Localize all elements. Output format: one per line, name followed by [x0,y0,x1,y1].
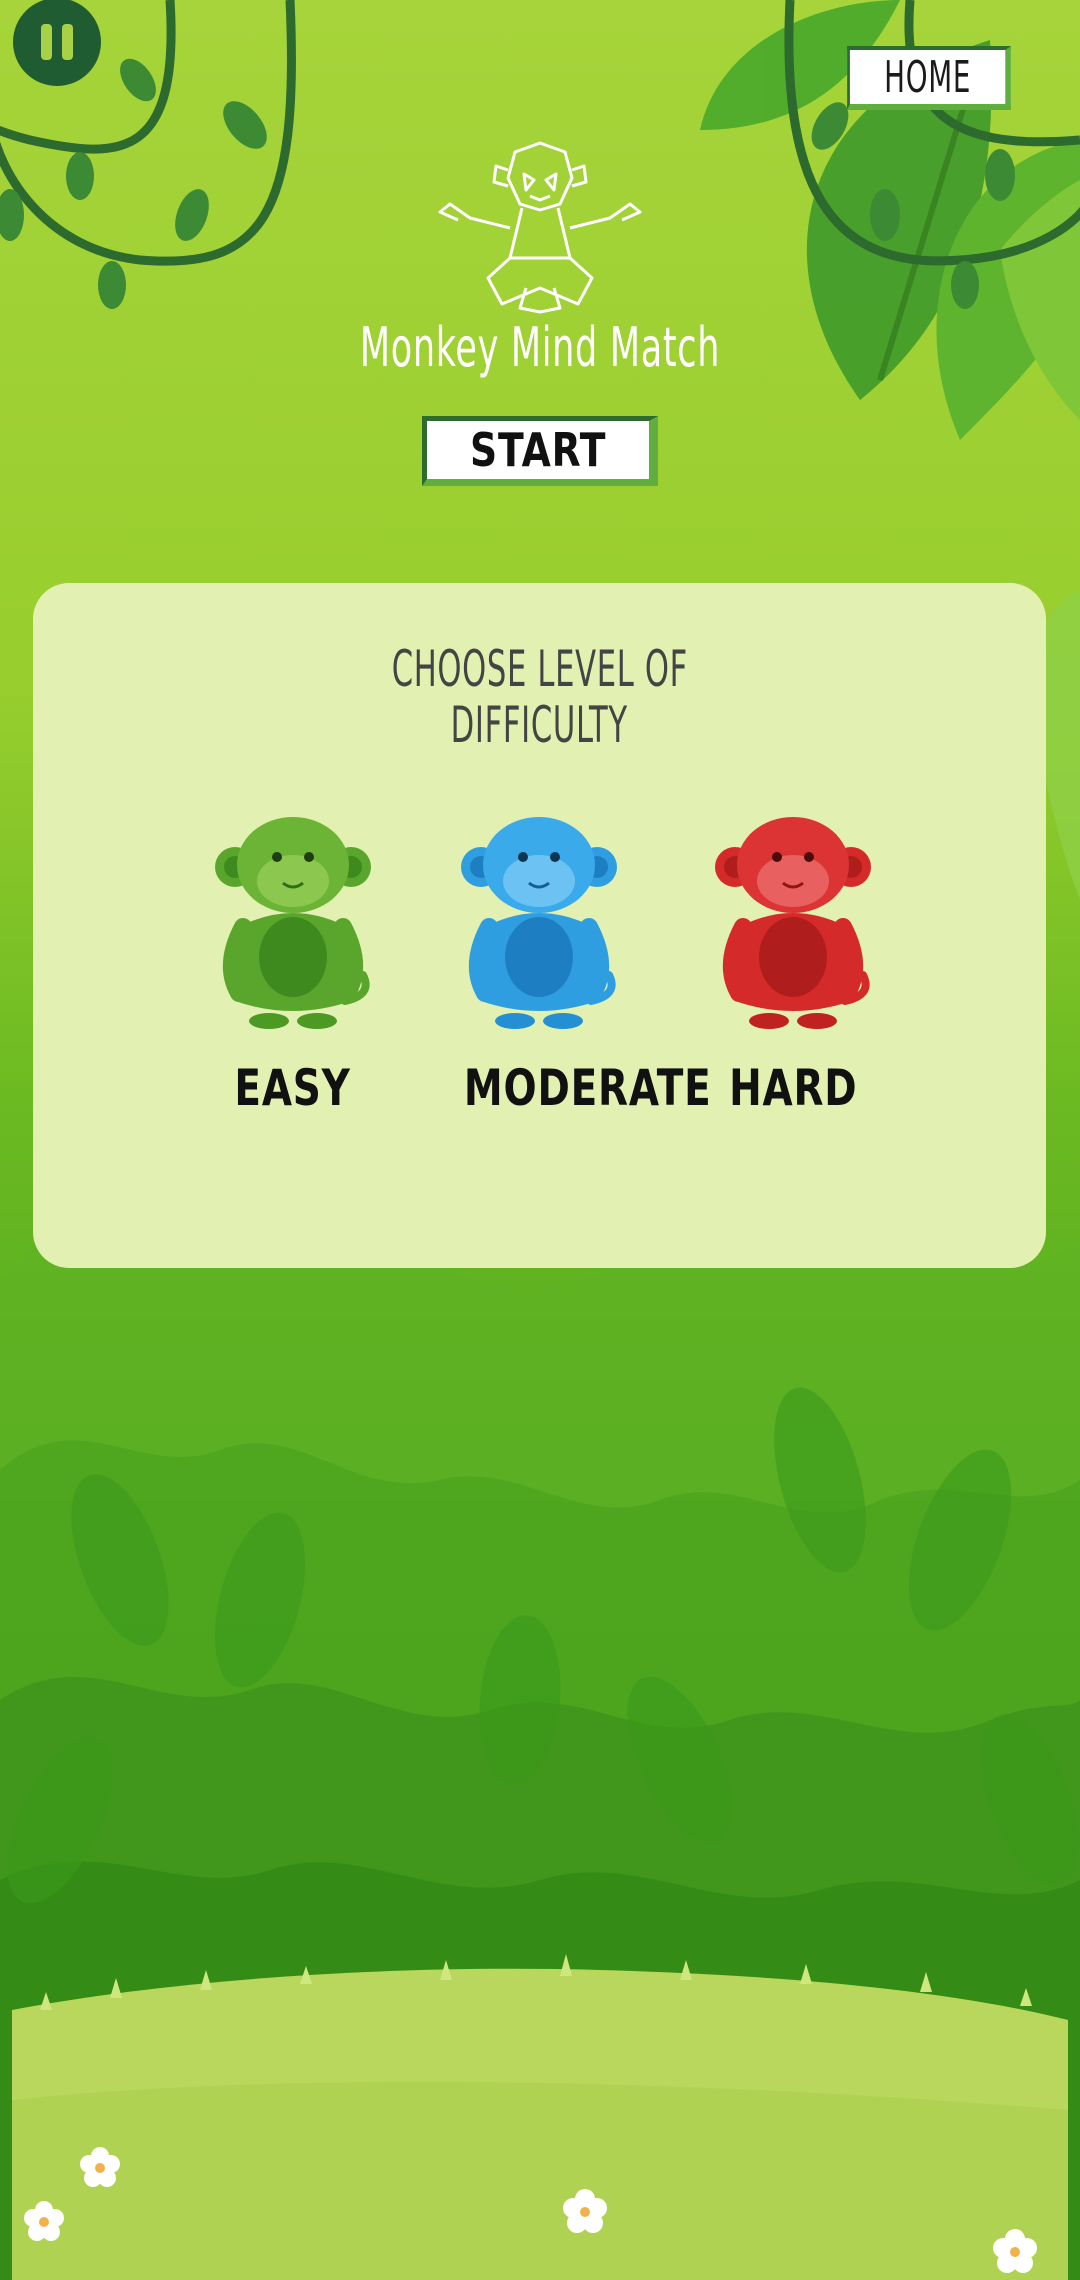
level-moderate-button[interactable]: MODERATE [429,815,712,1117]
start-label: START [469,423,607,477]
start-button[interactable]: START [422,416,658,486]
level-hard-button[interactable]: HARD [683,815,903,1117]
difficulty-heading: CHOOSE LEVEL OF DIFFICULTY [391,640,688,754]
green-monkey-icon [215,817,371,1029]
blue-monkey-icon [461,817,617,1029]
level-easy-button[interactable]: EASY [183,815,403,1117]
level-moderate-label: MODERATE [463,1059,712,1117]
home-button[interactable]: HOME [847,46,1011,110]
meditating-monkey-logo-icon [438,141,642,314]
red-monkey-icon [715,817,871,1029]
pause-icon [41,24,52,60]
difficulty-panel: CHOOSE LEVEL OF DIFFICULTY EASY MODERATE… [33,583,1046,1268]
level-hard-label: HARD [728,1059,858,1117]
app-title: Monkey Mind Match [359,316,721,379]
level-easy-label: EASY [234,1059,352,1117]
pause-button[interactable] [13,0,101,86]
